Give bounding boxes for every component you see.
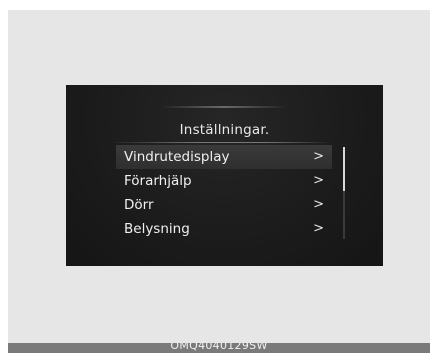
menu-item-label: Dörr [124, 197, 154, 213]
menu-item-vindrutedisplay[interactable]: Vindrutedisplay > [116, 145, 332, 169]
menu-item-label: Vindrutedisplay [124, 149, 230, 165]
scrollbar-thumb[interactable] [343, 147, 345, 191]
display-screen: Inställningar. Vindrutedisplay > Förarhj… [66, 85, 383, 266]
menu-item-label: Belysning [124, 221, 190, 237]
caption-bar: OMQ4040129SW [8, 343, 430, 353]
settings-menu: Vindrutedisplay > Förarhjälp > Dörr > Be… [116, 145, 332, 241]
title-divider [110, 142, 332, 143]
chevron-right-icon: > [313, 149, 324, 164]
menu-item-belysning[interactable]: Belysning > [116, 217, 332, 241]
menu-item-label: Förarhjälp [124, 173, 192, 189]
chevron-right-icon: > [313, 173, 324, 188]
top-glow-divider [161, 106, 287, 108]
chevron-right-icon: > [313, 221, 324, 236]
page: Inställningar. Vindrutedisplay > Förarhj… [0, 0, 432, 353]
menu-item-forarhjalp[interactable]: Förarhjälp > [116, 169, 332, 193]
screen-title: Inställningar. [179, 122, 270, 138]
menu-item-dorr[interactable]: Dörr > [116, 193, 332, 217]
chevron-right-icon: > [313, 197, 324, 212]
figure-code: OMQ4040129SW [170, 343, 268, 352]
